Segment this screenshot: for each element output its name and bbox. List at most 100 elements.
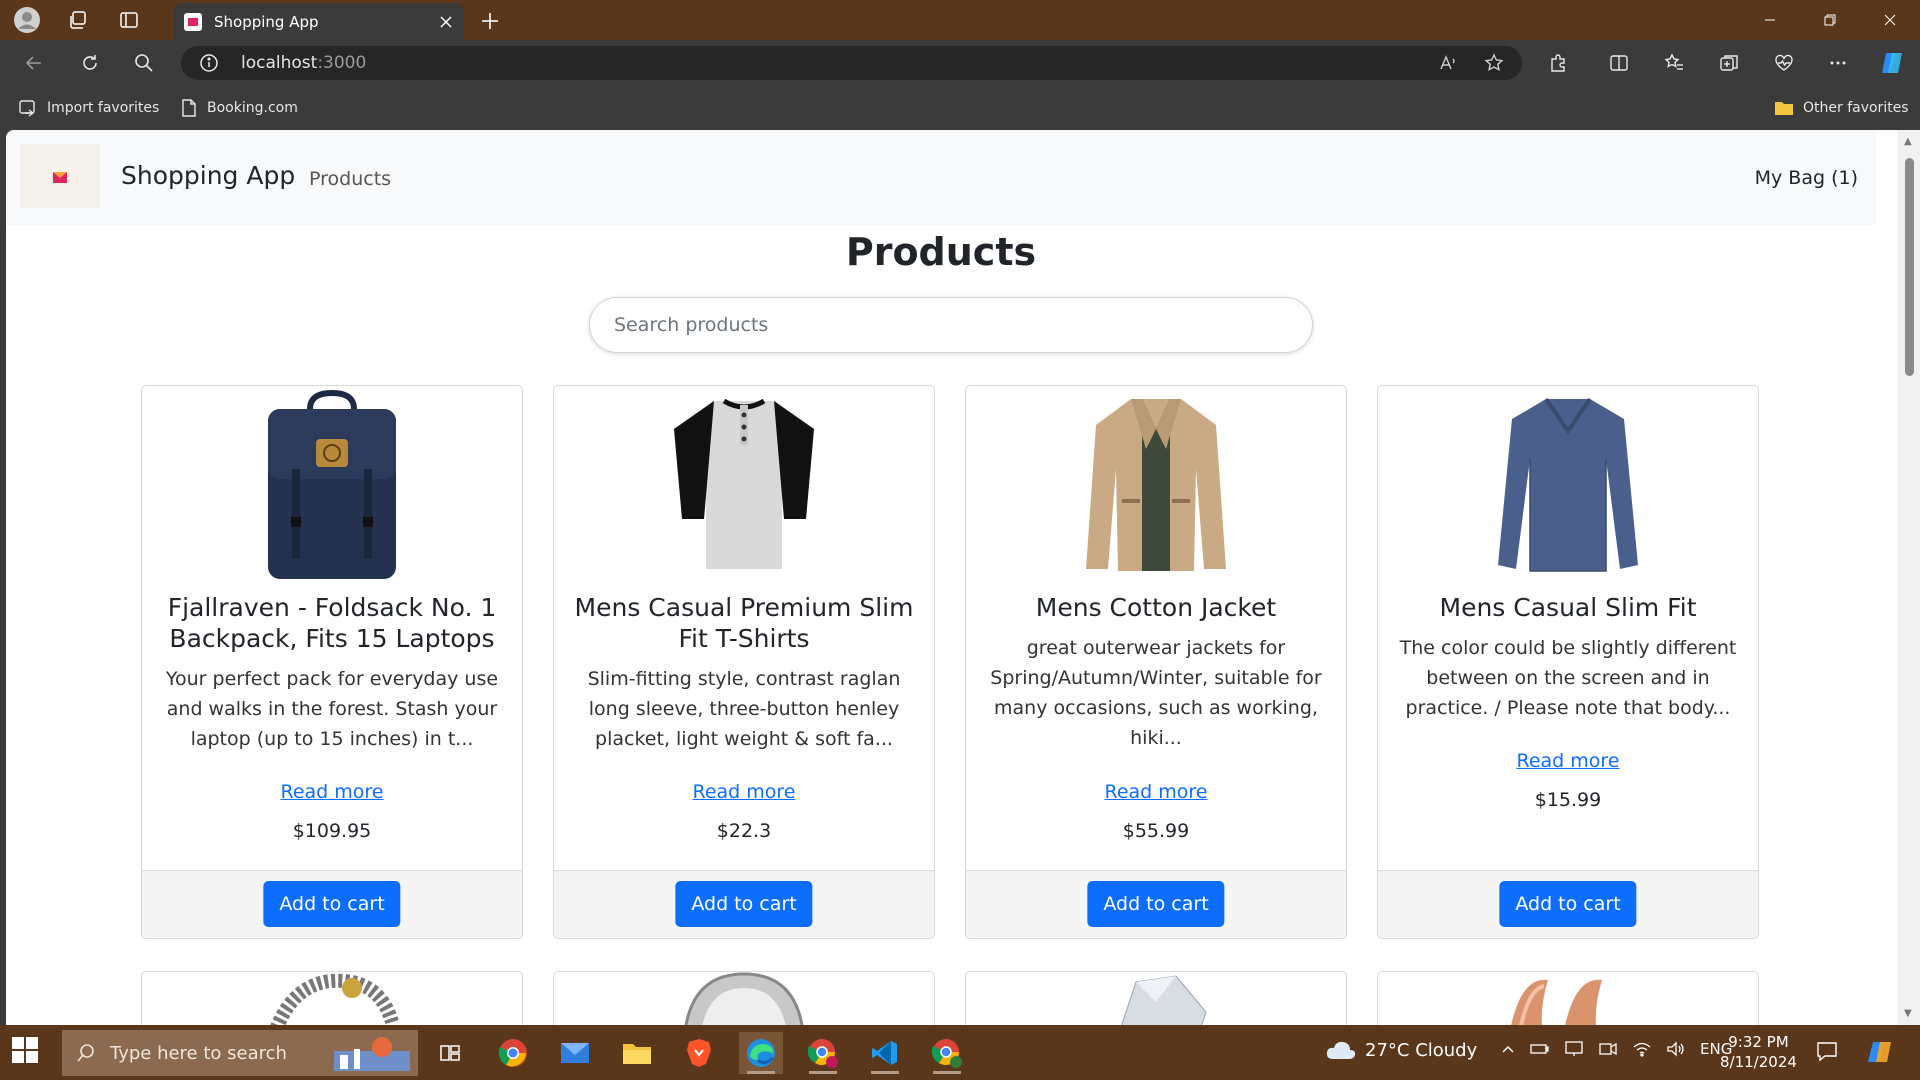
product-description: Your perfect pack for everyday use and w… <box>165 668 499 750</box>
brave-app-icon[interactable] <box>677 1032 721 1074</box>
bookmark-label: Other favorites <box>1803 100 1909 116</box>
card-footer: Add to cart <box>966 870 1346 938</box>
add-to-cart-button[interactable]: Add to cart <box>1087 881 1225 927</box>
bookmark-label: Booking.com <box>207 100 298 116</box>
workspaces-icon[interactable] <box>63 5 93 35</box>
product-image-ring[interactable] <box>1076 972 1236 1025</box>
read-more-link[interactable]: Read more <box>554 781 934 803</box>
add-to-cart-button[interactable]: Add to cart <box>263 881 401 927</box>
refresh-icon[interactable] <box>75 48 105 78</box>
windows-start-icon[interactable] <box>12 1037 38 1063</box>
page-scrollbar[interactable]: ▲ ▼ <box>1898 130 1920 1025</box>
windows-taskbar: Type here to search 27°C Cloudy ENG 9:32… <box>0 1025 1920 1080</box>
product-image-bracelet[interactable] <box>252 972 412 1025</box>
file-explorer-icon[interactable] <box>615 1032 659 1074</box>
site-logo[interactable] <box>20 144 100 208</box>
product-description: great outerwear jackets for Spring/Autum… <box>990 637 1322 749</box>
add-to-cart-button[interactable]: Add to cart <box>675 881 813 927</box>
bookmark-other-favorites[interactable]: Other favorites <box>1774 96 1909 120</box>
my-bag-link[interactable]: My Bag (1) <box>1755 167 1858 189</box>
product-image-hard-drive[interactable] <box>674 972 814 1025</box>
search-placeholder: Search products <box>614 314 769 336</box>
product-card-partial <box>141 971 523 1025</box>
favorite-star-icon[interactable] <box>1484 53 1504 73</box>
bookmark-import-favorites[interactable]: Import favorites <box>18 96 159 120</box>
product-image-backpack[interactable] <box>142 386 522 581</box>
tab-title: Shopping App <box>214 12 319 31</box>
nav-link-products[interactable]: Products <box>309 168 391 190</box>
scroll-down-icon[interactable]: ▼ <box>1904 1008 1912 1019</box>
read-aloud-icon[interactable] <box>1438 53 1458 73</box>
chrome-profile2-app-icon[interactable] <box>925 1032 969 1074</box>
product-image-jacket[interactable] <box>966 386 1346 581</box>
collections-icon[interactable] <box>1714 48 1744 78</box>
read-more-link[interactable]: Read more <box>142 781 522 803</box>
edge-app-icon[interactable] <box>739 1032 783 1074</box>
clock[interactable]: 9:32 PM 8/11/2024 <box>1720 1032 1797 1072</box>
close-window-icon[interactable] <box>1860 0 1920 40</box>
active-indicator <box>747 1071 775 1074</box>
search-icon[interactable] <box>129 48 159 78</box>
import-icon <box>19 100 35 117</box>
product-title: Mens Cotton Jacket <box>1035 593 1277 622</box>
profile-icon[interactable] <box>12 5 42 35</box>
copilot-taskbar-icon[interactable] <box>1865 1037 1895 1067</box>
add-to-cart-button[interactable]: Add to cart <box>1499 881 1637 927</box>
page-title: Products <box>845 230 1037 274</box>
more-options-icon[interactable] <box>1823 48 1853 78</box>
notifications-icon[interactable] <box>1816 1040 1838 1062</box>
mail-app-icon[interactable] <box>553 1032 597 1074</box>
back-icon[interactable] <box>19 48 49 78</box>
chrome-app-icon[interactable] <box>491 1032 535 1074</box>
product-card-partial <box>1377 971 1759 1025</box>
system-tray: ENG <box>1500 1040 1732 1058</box>
card-footer: Add to cart <box>554 870 934 938</box>
battery-icon[interactable] <box>1530 1042 1550 1056</box>
chrome-profile-app-icon[interactable] <box>801 1032 845 1074</box>
task-view-icon[interactable] <box>428 1032 472 1074</box>
search-input[interactable]: Search products <box>589 297 1313 353</box>
camera-icon[interactable] <box>1598 1041 1618 1057</box>
minimize-icon[interactable] <box>1740 0 1800 40</box>
brand-name[interactable]: Shopping App <box>121 161 295 190</box>
product-card: Mens Casual Slim Fit The color could be … <box>1377 385 1759 939</box>
product-image-longsleeve[interactable] <box>1378 386 1758 581</box>
product-price: $15.99 <box>1534 789 1602 811</box>
running-indicator <box>933 1071 961 1074</box>
site-navbar: Shopping App Products My Bag (1) <box>6 130 1876 225</box>
split-screen-icon[interactable] <box>1604 48 1634 78</box>
copilot-icon[interactable] <box>1877 48 1907 78</box>
vscode-app-icon[interactable] <box>863 1032 907 1074</box>
extensions-icon[interactable] <box>1543 48 1573 78</box>
cloud-icon <box>1326 1041 1356 1059</box>
taskbar-search-box[interactable]: Type here to search <box>62 1030 418 1076</box>
chevron-up-icon[interactable] <box>1500 1041 1516 1057</box>
tab-actions-icon[interactable] <box>114 5 144 35</box>
address-bar[interactable]: localhost:3000 <box>181 46 1522 80</box>
read-more-link[interactable]: Read more <box>966 781 1346 803</box>
product-image-rose-gold-rings[interactable] <box>1488 972 1648 1025</box>
tab-close-icon[interactable] <box>439 15 453 29</box>
card-footer: Add to cart <box>1378 870 1758 938</box>
read-more-link[interactable]: Read more <box>1378 750 1758 772</box>
tab-favicon-icon <box>184 12 202 31</box>
favorites-icon[interactable] <box>1659 48 1689 78</box>
site-info-icon[interactable] <box>199 53 219 73</box>
bookmark-booking[interactable]: Booking.com <box>180 96 298 120</box>
volume-icon[interactable] <box>1666 1041 1686 1057</box>
browser-essentials-icon[interactable] <box>1769 48 1799 78</box>
new-tab-icon[interactable] <box>476 7 504 35</box>
bag-logo-icon <box>53 172 67 183</box>
scroll-up-icon[interactable]: ▲ <box>1904 136 1912 147</box>
bookmark-label: Import favorites <box>47 100 160 116</box>
wifi-icon[interactable] <box>1632 1041 1652 1057</box>
browser-title-bar: Shopping App <box>0 0 1920 40</box>
product-image-tshirt[interactable] <box>554 386 934 581</box>
weather-widget[interactable]: 27°C Cloudy <box>1325 1039 1477 1061</box>
product-title: Mens Casual Slim Fit <box>1439 593 1697 622</box>
display-icon[interactable] <box>1564 1040 1584 1058</box>
search-icon <box>77 1044 94 1062</box>
browser-tab-active[interactable]: Shopping App <box>174 3 463 40</box>
scrollbar-thumb[interactable] <box>1905 158 1914 376</box>
restore-icon[interactable] <box>1800 0 1860 40</box>
